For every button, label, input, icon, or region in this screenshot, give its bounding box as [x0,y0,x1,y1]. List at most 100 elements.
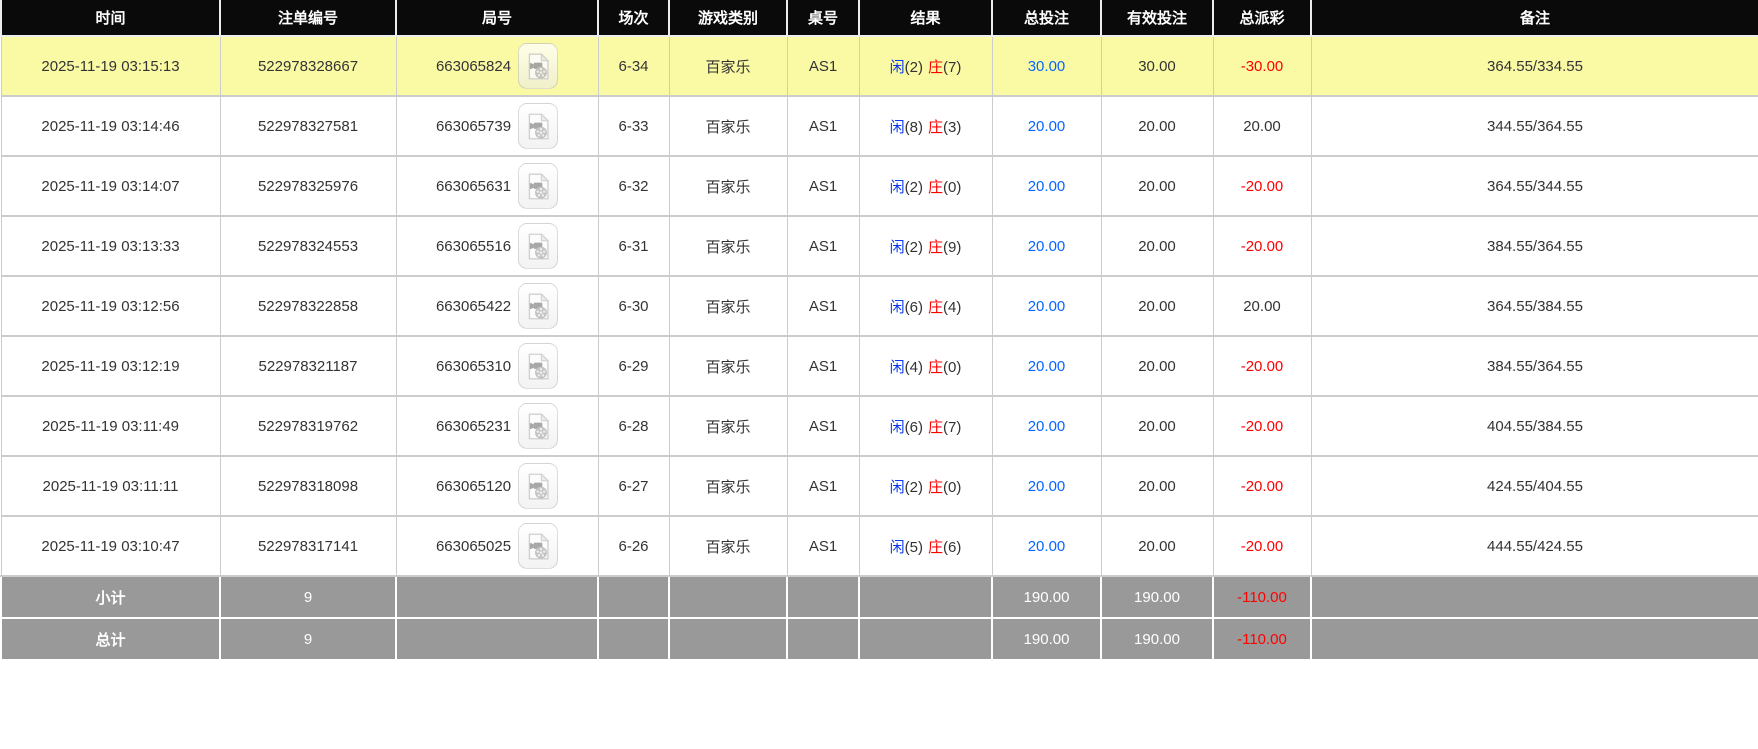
banker-result-points: (6) [943,538,962,556]
session-cell: 6-34 [597,35,670,97]
video-replay-button[interactable] [518,403,559,449]
payout-cell: -20.00 [1212,335,1312,397]
summary-row: 小计 9 190.00 190.00 -110.00 [0,575,1758,619]
payout-cell: -20.00 [1212,215,1312,277]
summary-total-bet: 190.00 [991,575,1102,619]
col-header-round-id: 局号 [395,0,599,37]
session-cell: 6-29 [597,335,670,397]
player-result-label: 闲 [889,538,905,556]
video-replay-button[interactable] [518,463,559,509]
table-row[interactable]: 2025-11-19 03:14:07 522978325976 6630656… [0,155,1758,217]
video-file-icon [528,112,549,139]
time-cell: 2025-11-19 03:12:19 [0,335,221,397]
time-cell: 2025-11-19 03:14:07 [0,155,221,217]
summary-empty-cell [668,617,788,661]
valid-bet-cell: 30.00 [1100,35,1214,97]
video-replay-button[interactable] [518,43,559,89]
valid-bet-cell: 20.00 [1100,155,1214,217]
player-result-points: (8) [904,118,923,136]
player-result-label: 闲 [889,178,905,196]
video-file-icon [528,532,549,559]
time-cell: 2025-11-19 03:14:46 [0,95,221,157]
summary-label: 小计 [0,575,221,619]
valid-bet-cell: 20.00 [1100,455,1214,517]
banker-result-points: (7) [943,418,962,436]
player-result-label: 闲 [889,298,905,316]
summary-row: 总计 9 190.00 190.00 -110.00 [0,617,1758,661]
bet-id-cell: 522978317141 [219,515,397,577]
bet-id-cell: 522978324553 [219,215,397,277]
video-replay-button[interactable] [518,343,559,389]
round-id-value: 663065422 [435,297,512,315]
game-type-cell: 百家乐 [668,395,788,457]
banker-result-points: (7) [943,58,962,76]
player-result-points: (2) [904,238,923,256]
round-id-value: 663065025 [435,537,512,555]
bet-id-cell: 522978318098 [219,455,397,517]
round-id-cell: 663065231 [395,395,599,457]
table-row[interactable]: 2025-11-19 03:15:13 522978328667 6630658… [0,35,1758,97]
summary-total-bet: 190.00 [991,617,1102,661]
time-cell: 2025-11-19 03:10:47 [0,515,221,577]
bet-id-cell: 522978319762 [219,395,397,457]
table-row[interactable]: 2025-11-19 03:10:47 522978317141 6630650… [0,515,1758,577]
remark-cell: 444.55/424.55 [1310,515,1758,577]
table-row[interactable]: 2025-11-19 03:12:19 522978321187 6630653… [0,335,1758,397]
banker-result-label: 庄 [928,418,944,436]
player-result-points: (6) [904,298,923,316]
banker-result-points: (9) [943,238,962,256]
game-type-cell: 百家乐 [668,35,788,97]
payout-cell: -20.00 [1212,455,1312,517]
time-cell: 2025-11-19 03:15:13 [0,35,221,97]
round-id-cell: 663065824 [395,35,599,97]
col-header-session: 场次 [597,0,670,37]
player-result-label: 闲 [889,418,905,436]
video-file-icon [528,52,549,79]
round-id-cell: 663065422 [395,275,599,337]
video-replay-button[interactable] [518,163,559,209]
valid-bet-cell: 20.00 [1100,395,1214,457]
total-bet-cell: 20.00 [991,515,1102,577]
round-id-cell: 663065516 [395,215,599,277]
video-replay-button[interactable] [518,103,559,149]
video-file-icon [528,412,549,439]
col-header-payout: 总派彩 [1212,0,1312,37]
table-row[interactable]: 2025-11-19 03:14:46 522978327581 6630657… [0,95,1758,157]
valid-bet-cell: 20.00 [1100,335,1214,397]
table-row[interactable]: 2025-11-19 03:11:49 522978319762 6630652… [0,395,1758,457]
table-no-cell: AS1 [786,515,860,577]
result-cell: 闲(2) 庄(9) [858,215,993,277]
game-type-cell: 百家乐 [668,335,788,397]
video-replay-button[interactable] [518,223,559,269]
player-result-points: (6) [904,418,923,436]
table-row[interactable]: 2025-11-19 03:11:11 522978318098 6630651… [0,455,1758,517]
summary-payout: -110.00 [1212,575,1312,619]
player-result-label: 闲 [889,238,905,256]
result-cell: 闲(4) 庄(0) [858,335,993,397]
remark-cell: 364.55/334.55 [1310,35,1758,97]
player-result-label: 闲 [889,118,905,136]
payout-cell: -20.00 [1212,395,1312,457]
player-result-points: (4) [904,358,923,376]
remark-cell: 364.55/344.55 [1310,155,1758,217]
video-file-icon [528,352,549,379]
banker-result-label: 庄 [928,358,944,376]
total-bet-cell: 20.00 [991,155,1102,217]
video-replay-button[interactable] [518,283,559,329]
remark-cell: 424.55/404.55 [1310,455,1758,517]
banker-result-label: 庄 [928,118,944,136]
player-result-label: 闲 [889,478,905,496]
time-cell: 2025-11-19 03:13:33 [0,215,221,277]
bet-id-cell: 522978328667 [219,35,397,97]
game-type-cell: 百家乐 [668,155,788,217]
valid-bet-cell: 20.00 [1100,275,1214,337]
round-id-value: 663065739 [435,117,512,135]
table-row[interactable]: 2025-11-19 03:13:33 522978324553 6630655… [0,215,1758,277]
valid-bet-cell: 20.00 [1100,215,1214,277]
summary-empty-cell [858,575,993,619]
summary-empty-cell [786,575,860,619]
banker-result-label: 庄 [928,538,944,556]
video-replay-button[interactable] [518,523,559,569]
table-row[interactable]: 2025-11-19 03:12:56 522978322858 6630654… [0,275,1758,337]
summary-empty-cell [597,575,670,619]
